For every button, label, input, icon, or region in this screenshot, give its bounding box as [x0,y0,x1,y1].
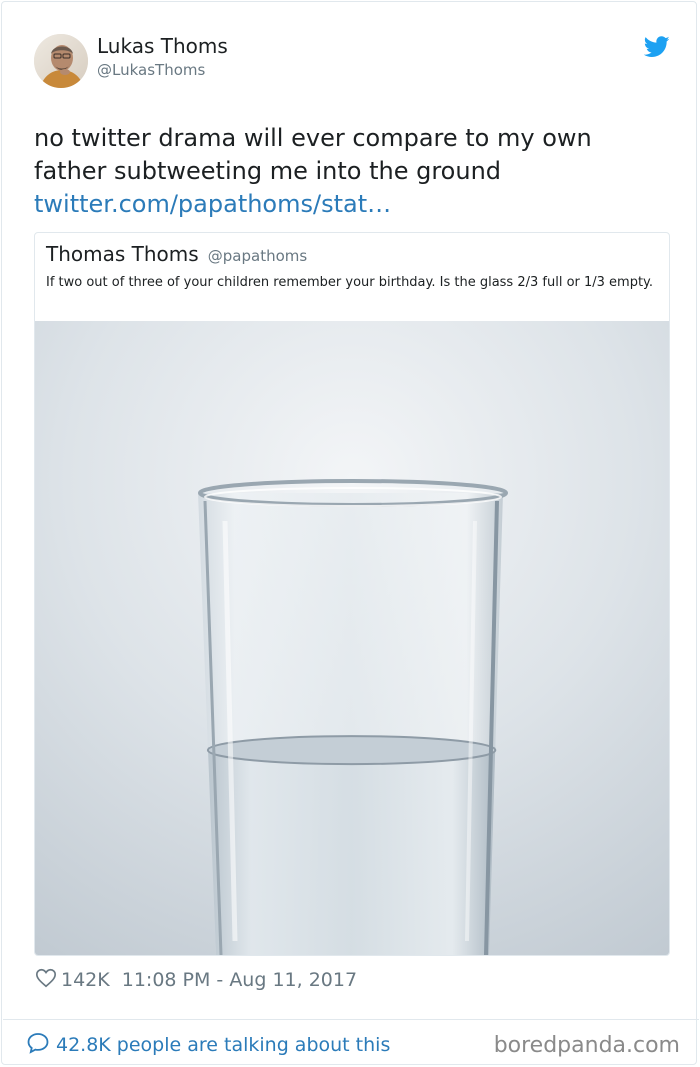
tweet-text: no twitter drama will ever compare to my… [34,122,654,221]
author-handle[interactable]: @LukasThoms [97,61,205,79]
tweet-text-line: father subtweeting me into the ground [34,157,502,185]
like-count[interactable]: 142K [61,969,110,991]
talking-text[interactable]: 42.8K people are talking about this [56,1034,390,1056]
author-name[interactable]: Lukas Thoms [97,34,228,58]
tweet-link[interactable]: twitter.com/papathoms/stat… [34,188,654,221]
heart-icon[interactable] [35,967,57,989]
talking-link[interactable]: 42.8K people are talking about this [26,1031,390,1056]
tweet-card: Lukas Thoms @LukasThoms no twitter drama… [1,1,699,1065]
quoted-tweet-image[interactable] [35,321,669,955]
quoted-author-handle[interactable]: @papathoms [208,247,307,265]
quoted-tweet-header: Thomas Thoms @papathoms [46,242,307,266]
tweet-timestamp[interactable]: 11:08 PM - Aug 11, 2017 [122,969,357,991]
avatar[interactable] [34,34,88,88]
twitter-bird-icon[interactable] [644,36,670,58]
chat-bubble-icon [27,1033,49,1054]
quoted-author-name[interactable]: Thomas Thoms [46,242,199,266]
tweet-meta: 142K 11:08 PM - Aug 11, 2017 [35,967,357,995]
divider [3,1019,699,1020]
quoted-tweet[interactable]: Thomas Thoms @papathoms If two out of th… [34,232,670,956]
tweet-text-line: no twitter drama will ever compare to my… [34,124,592,152]
watermark: boredpanda.com [493,1033,680,1058]
quoted-tweet-text: If two out of three of your children rem… [46,275,654,290]
